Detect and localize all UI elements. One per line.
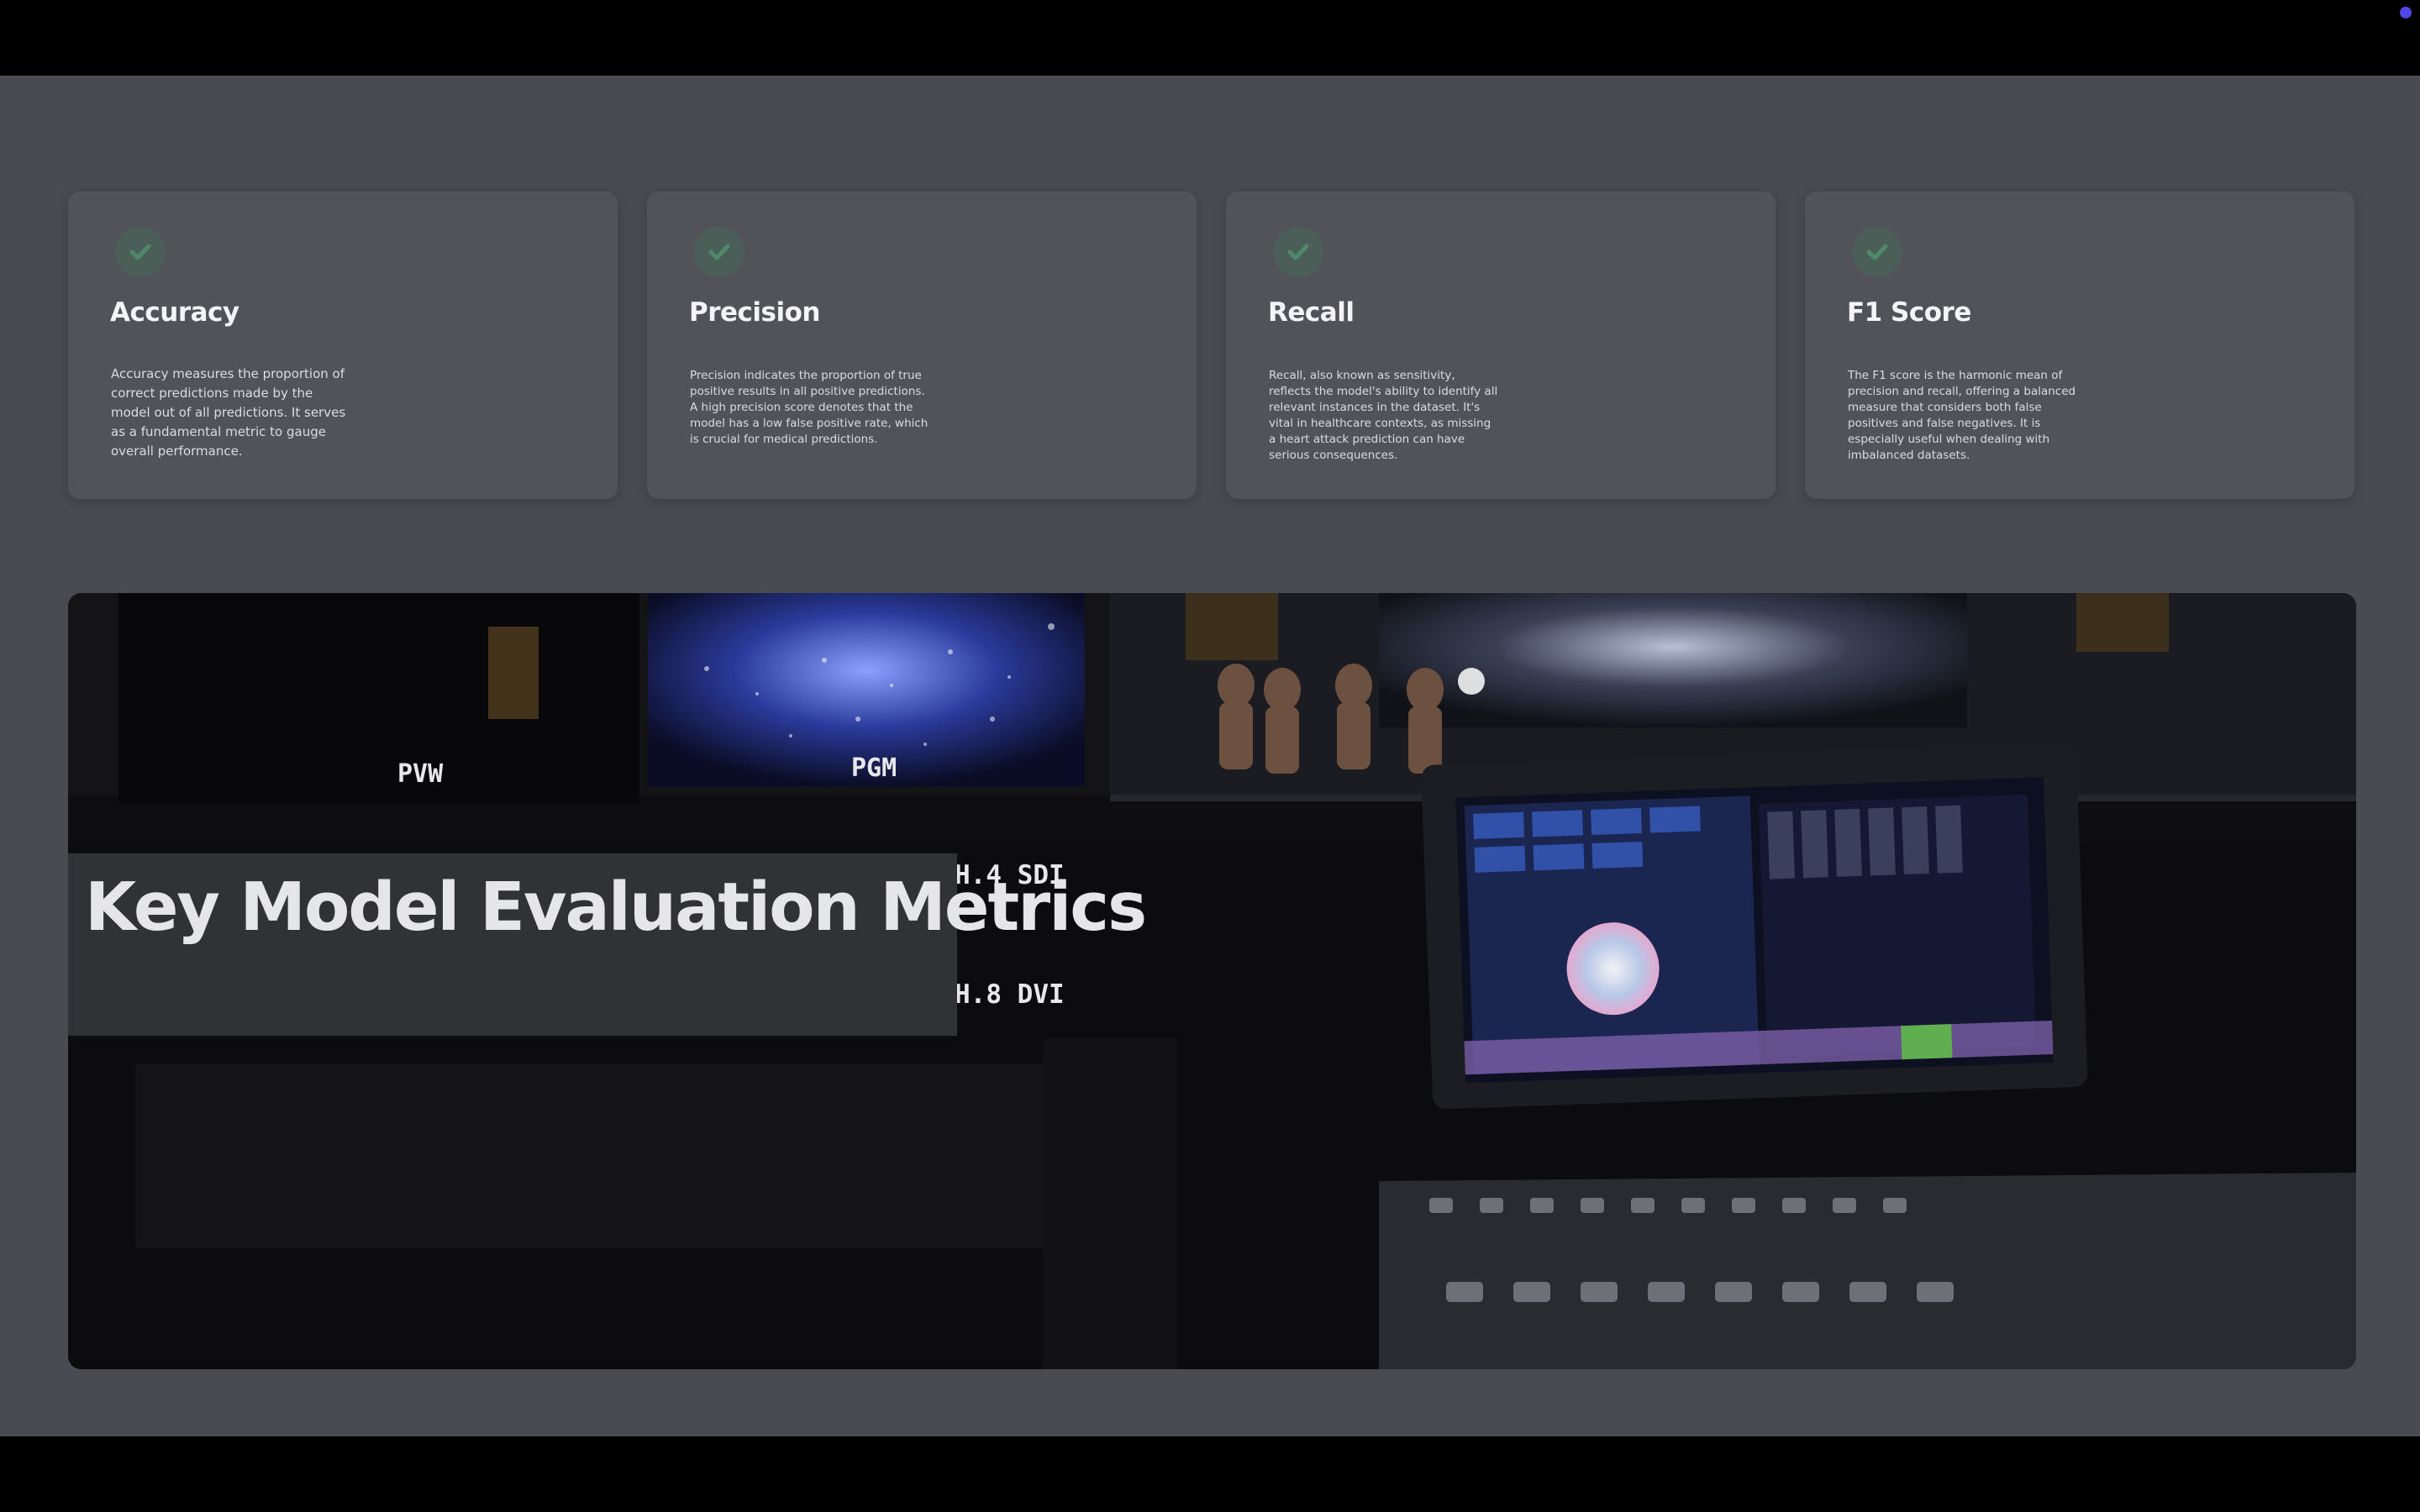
slide: Accuracy Accuracy measures the proportio…: [0, 76, 2420, 1436]
card-description: Precision indicates the proportion of tr…: [690, 369, 929, 446]
card-title: Precision: [689, 297, 820, 328]
card-title: Recall: [1268, 297, 1355, 328]
card-title: Accuracy: [110, 297, 239, 328]
check-circle-icon: [1852, 227, 1902, 277]
metric-card-f1-score: F1 Score The F1 score is the harmonic me…: [1805, 192, 2354, 499]
card-description: Recall, also known as sensitivity, refle…: [1269, 369, 1498, 462]
check-circle-icon: [115, 227, 166, 277]
bottom-letterbox: [0, 1436, 2420, 1512]
title-box: Key Model Evaluation Metrics: [68, 853, 1147, 1036]
status-dot: [2400, 7, 2412, 18]
card-title: F1 Score: [1847, 297, 1971, 328]
card-description: Accuracy measures the proportion of corr…: [111, 366, 346, 459]
monitor-label-dvi: H.8 DVI: [955, 979, 1065, 1010]
page-title: Key Model Evaluation Metrics: [85, 869, 1147, 946]
check-circle-icon: [694, 227, 744, 277]
metric-card-accuracy: Accuracy Accuracy measures the proportio…: [68, 192, 618, 499]
metric-card-recall: Recall Recall, also known as sensitivity…: [1226, 192, 1776, 499]
metric-card-precision: Precision Precision indicates the propor…: [647, 192, 1197, 499]
card-description: The F1 score is the harmonic mean of pre…: [1848, 369, 2076, 462]
check-circle-icon: [1273, 227, 1323, 277]
monitor-label-pvw: PVW: [397, 759, 444, 789]
monitor-label-pgm: PGM: [851, 753, 897, 783]
